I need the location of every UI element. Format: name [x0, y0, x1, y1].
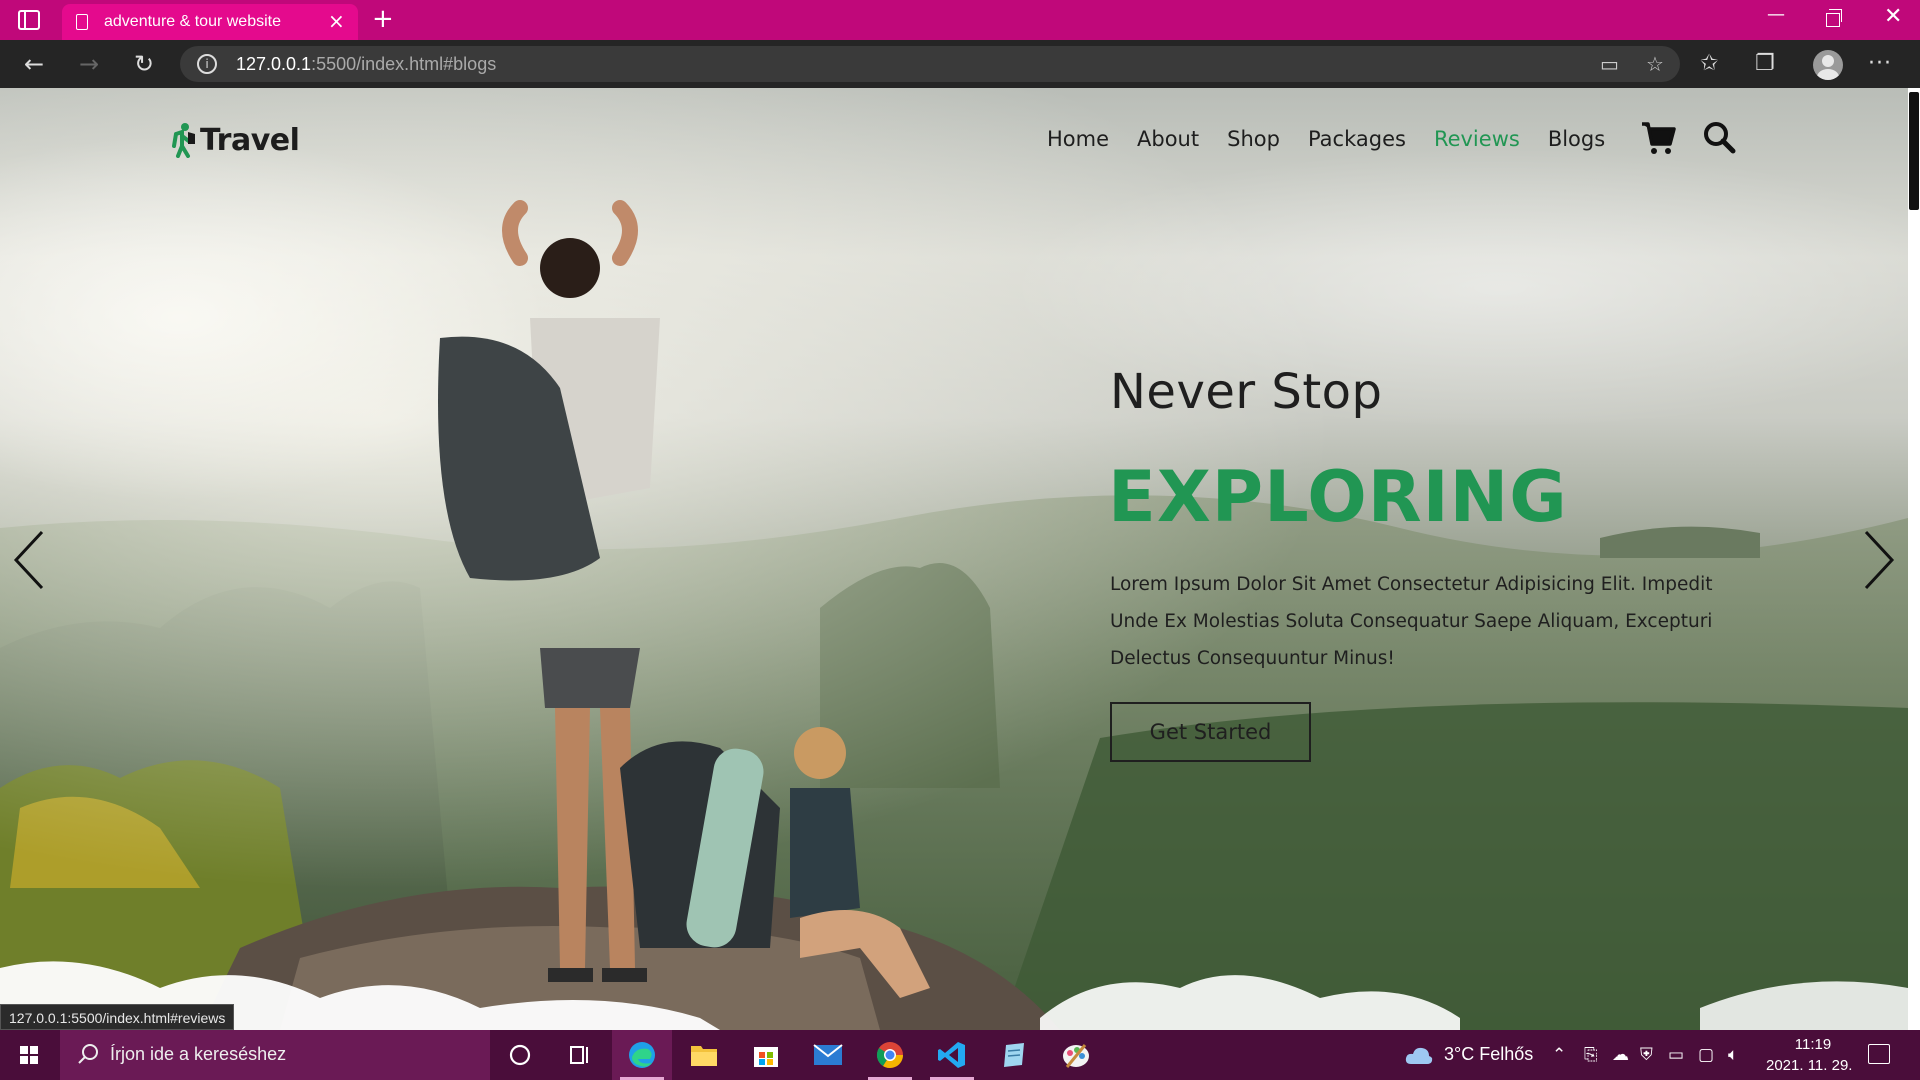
page-icon	[76, 14, 88, 30]
windows-start-icon[interactable]	[0, 1030, 58, 1080]
browser-toolbar: ← → ↻ i 127.0.0.1:5500/index.html#blogs …	[0, 40, 1920, 88]
restore-icon[interactable]	[1826, 9, 1842, 27]
search-icon	[78, 1044, 98, 1064]
taskbar: Írjon ide a kereséshez 3°C Felhős ⌃ ⎘ ☁ …	[0, 1030, 1920, 1080]
main-nav: Home About Shop Packages Reviews Blogs	[1047, 124, 1605, 154]
nav-shop[interactable]: Shop	[1227, 124, 1280, 154]
forward-icon[interactable]: →	[73, 48, 105, 80]
battery-icon[interactable]: ▭	[1668, 1045, 1684, 1065]
onedrive-icon[interactable]: ☁	[1612, 1045, 1629, 1065]
clock-time[interactable]: 11:19	[1788, 1036, 1838, 1053]
scrollbar-thumb[interactable]	[1909, 92, 1919, 210]
get-started-button[interactable]: Get Started	[1110, 702, 1311, 762]
mail-icon[interactable]	[798, 1030, 858, 1080]
url-host: 127.0.0.1	[236, 54, 312, 74]
immersive-reader-icon[interactable]: ▭	[1600, 50, 1619, 78]
refresh-icon[interactable]: ↻	[128, 48, 160, 80]
notepad-icon[interactable]	[984, 1030, 1044, 1080]
task-view-icon[interactable]	[550, 1030, 610, 1080]
chevron-left-icon[interactable]	[12, 528, 48, 592]
shopping-cart-icon[interactable]	[1640, 120, 1676, 156]
chevron-up-icon[interactable]: ⌃	[1552, 1045, 1566, 1065]
site-logo[interactable]: Travel	[172, 122, 300, 158]
volume-icon[interactable]: 🔈︎	[1728, 1045, 1738, 1065]
paint-icon[interactable]	[1046, 1030, 1106, 1080]
info-icon[interactable]: i	[197, 54, 217, 74]
favorites-icon[interactable]: ✩	[1700, 48, 1718, 80]
file-explorer-icon[interactable]	[674, 1030, 734, 1080]
usb-device-icon[interactable]: ⎘	[1584, 1045, 1598, 1065]
browser-tab[interactable]: adventure & tour website ×	[62, 4, 358, 40]
hero-description: Lorem Ipsum Dolor Sit Amet Consectetur A…	[1110, 574, 1713, 669]
address-url[interactable]: 127.0.0.1:5500/index.html#blogs	[236, 54, 496, 75]
nav-packages[interactable]: Packages	[1308, 124, 1406, 154]
chevron-right-icon[interactable]	[1860, 528, 1896, 592]
search-placeholder: Írjon ide a kereséshez	[110, 1044, 287, 1064]
nav-home[interactable]: Home	[1047, 124, 1109, 154]
cloud-weather-icon[interactable]	[1404, 1044, 1434, 1066]
collections-icon[interactable]: ❐	[1755, 48, 1775, 80]
tab-title: adventure & tour website	[104, 13, 281, 30]
page-viewport: Travel Home About Shop Packages Reviews …	[0, 88, 1908, 1030]
weather-text[interactable]: 3°C Felhős	[1444, 1044, 1533, 1065]
store-icon[interactable]	[736, 1030, 796, 1080]
nav-blogs[interactable]: Blogs	[1548, 124, 1605, 154]
hero-title: EXPLORING	[1108, 456, 1568, 538]
cortana-icon[interactable]	[490, 1030, 550, 1080]
profile-avatar[interactable]	[1813, 50, 1843, 80]
notification-icon[interactable]	[1868, 1044, 1890, 1064]
hero-subtitle: Never Stop	[1110, 364, 1383, 420]
browser-tab-bar: adventure & tour website × + — ✕	[0, 0, 1920, 40]
hiker-logo-icon	[172, 123, 195, 158]
clock-date[interactable]: 2021. 11. 29.	[1766, 1057, 1852, 1074]
edge-icon[interactable]	[612, 1030, 672, 1080]
taskbar-search-input[interactable]: Írjon ide a kereséshez	[60, 1030, 490, 1080]
new-tab-icon[interactable]: +	[372, 4, 394, 34]
security-icon[interactable]: ⛨	[1640, 1045, 1653, 1065]
back-icon[interactable]: ←	[18, 48, 50, 80]
page-scrollbar[interactable]	[1908, 88, 1920, 1030]
link-status-tooltip: 127.0.0.1:5500/index.html#reviews	[0, 1004, 235, 1030]
nav-about[interactable]: About	[1137, 124, 1199, 154]
url-path: :5500/index.html#blogs	[311, 54, 497, 74]
network-icon[interactable]: ▢	[1698, 1045, 1714, 1065]
search-icon[interactable]	[1702, 120, 1736, 154]
tab-close-icon[interactable]: ×	[328, 10, 345, 32]
window-close-icon[interactable]: ✕	[1884, 4, 1902, 29]
nav-reviews[interactable]: Reviews	[1434, 124, 1520, 154]
minimize-icon[interactable]: —	[1767, 4, 1785, 25]
logo-text: Travel	[200, 122, 300, 158]
hero-background-image	[0, 88, 1908, 1030]
vscode-icon[interactable]	[922, 1030, 982, 1080]
sidebar-toggle-icon[interactable]	[18, 10, 40, 30]
chrome-icon[interactable]	[860, 1030, 920, 1080]
add-favorite-icon[interactable]: ☆	[1646, 50, 1664, 78]
address-bar[interactable]: i 127.0.0.1:5500/index.html#blogs ▭ ☆	[180, 46, 1680, 82]
more-icon[interactable]: ···	[1868, 48, 1892, 80]
